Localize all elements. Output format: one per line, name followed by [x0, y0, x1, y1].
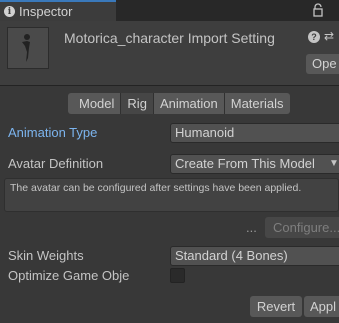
ellipsis-text: ... [246, 220, 257, 235]
animation-type-value: Humanoid [175, 125, 235, 140]
avatar-help-box: The avatar can be configured after setti… [4, 178, 339, 212]
animation-type-label: Animation Type [8, 125, 98, 140]
avatar-definition-value: Create From This Model [175, 156, 315, 171]
optimize-game-objects-checkbox[interactable] [170, 268, 185, 283]
chevron-down-icon: ▼ [329, 158, 339, 169]
asset-thumbnail [7, 27, 49, 69]
inspector-tab-bar: i Inspector [0, 0, 339, 21]
animation-type-row: Animation Type Humanoid [0, 123, 339, 143]
apply-button[interactable]: Appl [304, 296, 339, 317]
skin-weights-value: Standard (4 Bones) [175, 248, 288, 263]
import-tabs: Model Rig Animation Materials [68, 93, 290, 114]
avatar-definition-label: Avatar Definition [8, 156, 104, 171]
avatar-definition-row: Avatar Definition Create From This Model… [0, 154, 339, 174]
avatar-definition-dropdown[interactable]: Create From This Model ▼ [170, 154, 339, 174]
revert-button[interactable]: Revert [250, 296, 302, 317]
inspector-tab[interactable]: i Inspector [0, 0, 116, 21]
configure-button[interactable]: Configure... [265, 217, 339, 238]
tab-animation[interactable]: Animation [153, 93, 225, 114]
help-icon[interactable]: ? [308, 31, 320, 43]
animation-type-dropdown[interactable]: Humanoid [170, 123, 339, 143]
inspector-tab-label: Inspector [19, 4, 73, 19]
character-icon [22, 34, 30, 62]
info-icon: i [4, 6, 15, 17]
asset-header: Motorica_character Import Setting ? ⇄ Op… [0, 21, 339, 86]
optimize-game-objects-label: Optimize Game Obje [8, 268, 130, 283]
tab-materials[interactable]: Materials [224, 93, 290, 114]
lock-icon[interactable] [313, 3, 323, 17]
skin-weights-row: Skin Weights Standard (4 Bones) [0, 246, 339, 266]
tab-model[interactable]: Model [68, 93, 122, 114]
asset-title: Motorica_character Import Setting [64, 30, 275, 46]
tab-rig[interactable]: Rig [121, 93, 154, 114]
preset-icon[interactable]: ⇄ [324, 29, 334, 43]
import-settings-panel: Model Rig Animation Materials Animation … [0, 86, 339, 323]
skin-weights-label: Skin Weights [8, 248, 84, 263]
open-button[interactable]: Ope [306, 54, 339, 74]
optimize-row: Optimize Game Obje [0, 266, 339, 286]
skin-weights-dropdown[interactable]: Standard (4 Bones) [170, 246, 339, 266]
